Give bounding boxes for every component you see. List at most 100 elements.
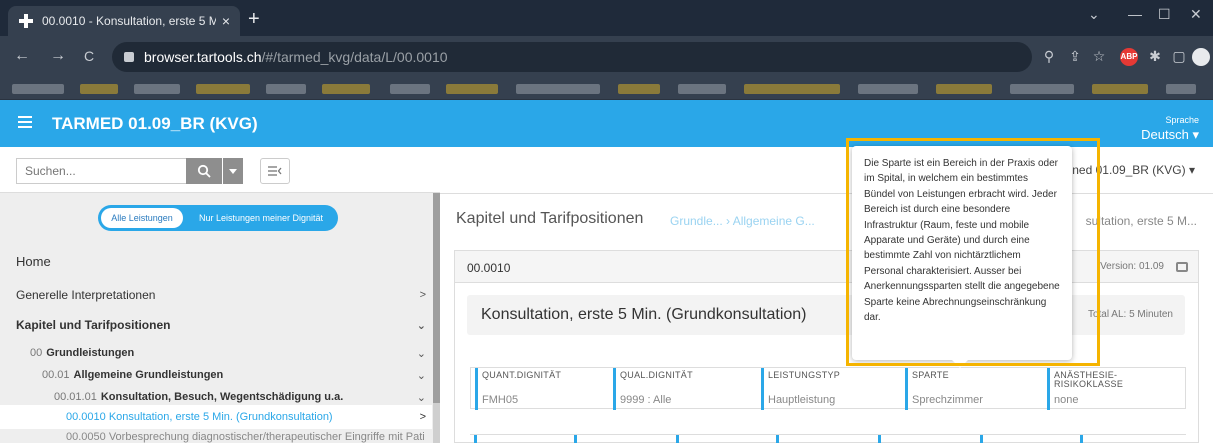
nav-item-label: Allgemeine Grundleistungen — [73, 369, 224, 381]
search-button[interactable] — [186, 158, 222, 184]
nav-item-label: Generelle Interpretationen — [16, 288, 156, 302]
browser-tab[interactable]: 00.0010 - Konsultation, erste 5 M × — [8, 6, 240, 36]
collapse-list-icon — [268, 166, 282, 176]
bookmark-item[interactable] — [678, 84, 726, 94]
bookmark-item[interactable] — [446, 84, 498, 94]
attr-qual-dignitaet: QUAL.DIGNITÄT 9999 : Alle — [613, 368, 753, 410]
card-header: 00.0010 Version: 01.09 — [455, 251, 1198, 283]
bookmark-item[interactable] — [618, 84, 660, 94]
extensions-icon[interactable]: ✱ — [1146, 48, 1164, 66]
divider — [440, 193, 1213, 194]
lock-icon — [124, 52, 134, 62]
attribute-table: QUANT.DIGNITÄT FMH05 QUAL.DIGNITÄT 9999 … — [470, 367, 1186, 410]
nav-item-00-0010[interactable]: 00.0010 Konsultation, erste 5 Min. (Grun… — [0, 405, 432, 429]
url-host: browser.tartools.ch — [144, 49, 262, 65]
nav-item-generelle-interpretationen[interactable]: Generelle Interpretationen > — [0, 281, 432, 309]
attr-label: QUAL.DIGNITÄT — [620, 370, 693, 380]
bookmark-item[interactable] — [266, 84, 306, 94]
share-icon[interactable]: ⇪ — [1066, 48, 1084, 66]
bookmark-item[interactable] — [1092, 84, 1148, 94]
menu-icon[interactable] — [18, 116, 32, 128]
search-options-button[interactable] — [223, 158, 243, 184]
attr-sparte[interactable]: SPARTE Sprechzimmer — [905, 368, 1045, 410]
adblock-icon[interactable]: ABP — [1120, 48, 1138, 66]
nav-item-code: 00 — [30, 347, 43, 359]
bookmark-item[interactable] — [858, 84, 918, 94]
print-icon[interactable] — [1176, 262, 1188, 272]
bookmark-item[interactable] — [1166, 84, 1196, 94]
tariff-version-select[interactable]: ned 01.09_BR (KVG) ▾ — [1072, 163, 1195, 177]
attr-value: Sprechzimmer — [912, 394, 983, 406]
app-header: TARMED 01.09_BR (KVG) Sprache Deutsch ▾ — [0, 100, 1213, 147]
close-window-icon[interactable]: ✕ — [1190, 6, 1202, 23]
attr-value: FMH05 — [482, 394, 519, 406]
tab-title: 00.0010 - Konsultation, erste 5 M — [42, 14, 216, 28]
bookmark-item[interactable] — [516, 84, 600, 94]
browser-tab-bar: 00.0010 - Konsultation, erste 5 M × + ⌄ … — [0, 0, 1213, 36]
tab-search-icon[interactable]: ⌄ — [1088, 6, 1100, 23]
bookmarks-bar — [0, 78, 1213, 100]
nav-item-00-0050[interactable]: 00.0050 Vorbesprechung diagnostischer/th… — [0, 431, 432, 443]
search-icon — [197, 164, 211, 178]
page-title: Kapitel und Tarifpositionen — [456, 210, 644, 227]
total-al: Total AL: 5 Minuten — [1087, 309, 1173, 320]
breadcrumb[interactable]: Grundle... › Allgemeine G... — [670, 214, 815, 228]
chevron-down-icon — [229, 168, 237, 174]
new-tab-icon[interactable]: + — [248, 8, 260, 31]
minimize-icon[interactable]: — — [1128, 6, 1142, 22]
search-row — [0, 147, 440, 193]
sidebar-scrollbar[interactable] — [433, 193, 440, 443]
column-marker — [474, 435, 477, 443]
attr-value: Hauptleistung — [768, 394, 836, 406]
chevron-down-icon: ⌄ — [416, 319, 426, 332]
attr-quant-dignitaet: QUANT.DIGNITÄT FMH05 — [475, 368, 605, 410]
bookmark-item[interactable] — [744, 84, 840, 94]
forward-icon[interactable]: → — [50, 47, 66, 65]
nav-item-home[interactable]: Home — [0, 247, 432, 275]
attr-label: LEISTUNGSTYP — [768, 370, 841, 380]
attr-value: 9999 : Alle — [620, 394, 672, 406]
search-input[interactable] — [16, 158, 186, 184]
dignity-filter-toggle[interactable]: Alle Leistungen Nur Leistungen meiner Di… — [98, 205, 338, 231]
reload-icon[interactable]: C — [84, 48, 94, 64]
chevron-down-icon: ⌄ — [416, 391, 426, 404]
scrollbar-thumb[interactable] — [433, 193, 440, 403]
bookmark-item[interactable] — [12, 84, 64, 94]
bookmark-item[interactable] — [390, 84, 430, 94]
nav-item-label: 00.0050 Vorbesprechung diagnostischer/th… — [66, 431, 425, 443]
bookmark-item[interactable] — [1010, 84, 1074, 94]
column-marker — [776, 435, 779, 443]
bookmark-item[interactable] — [80, 84, 118, 94]
nav-item-label: Home — [16, 253, 51, 269]
attribute-table-row2 — [470, 434, 1186, 443]
bookmark-item[interactable] — [134, 84, 180, 94]
bookmark-star-icon[interactable]: ☆ — [1090, 48, 1108, 66]
position-card: 00.0010 Version: 01.09 Konsultation, ers… — [454, 250, 1199, 443]
toggle-all-services[interactable]: Alle Leistungen — [101, 208, 183, 228]
column-marker — [980, 435, 983, 443]
column-marker — [1080, 435, 1083, 443]
url-field[interactable]: browser.tartools.ch /#/tarmed_kvg/data/L… — [112, 42, 1032, 72]
bookmark-item[interactable] — [196, 84, 250, 94]
zoom-icon[interactable]: ⚲ — [1040, 48, 1058, 66]
sidebar: Alle Leistungen Nur Leistungen meiner Di… — [0, 147, 440, 443]
app-title: TARMED 01.09_BR (KVG) — [52, 114, 258, 133]
sidepanel-icon[interactable]: ▢ — [1170, 48, 1188, 66]
version-label: Version: 01.09 — [1100, 261, 1164, 272]
toggle-my-dignity[interactable]: Nur Leistungen meiner Dignität — [188, 205, 334, 231]
breadcrumb-current: sultation, erste 5 M... — [1085, 214, 1197, 228]
nav-item-label: Grundleistungen — [46, 347, 135, 359]
bookmark-item[interactable] — [322, 84, 370, 94]
language-select[interactable]: Deutsch ▾ — [1141, 127, 1199, 143]
back-icon[interactable]: ← — [14, 47, 30, 65]
tab-close-icon[interactable]: × — [222, 13, 230, 29]
bookmark-item[interactable] — [936, 84, 992, 94]
column-marker — [574, 435, 577, 443]
position-title-box: Konsultation, erste 5 Min. (Grundkonsult… — [467, 295, 1185, 335]
collapse-tree-button[interactable] — [260, 158, 290, 184]
nav-item-label: Kapitel und Tarifpositionen — [16, 318, 171, 332]
profile-avatar-icon[interactable] — [1192, 48, 1210, 66]
nav-item-kapitel[interactable]: Kapitel und Tarifpositionen ⌄ — [0, 311, 432, 339]
maximize-icon[interactable]: ☐ — [1158, 6, 1171, 23]
chevron-down-icon: ⌄ — [416, 369, 426, 382]
